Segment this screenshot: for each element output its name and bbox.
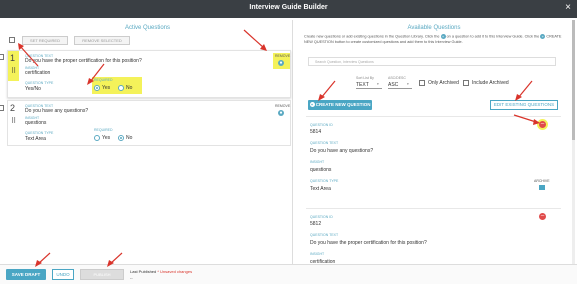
last-published-line: Last Published * Unsaved changes (130, 269, 192, 274)
required-label: REQUIRED (94, 128, 113, 132)
required-no-label: No (126, 85, 133, 91)
archive-label: ARCHIVE (534, 179, 550, 183)
remove-selected-button[interactable]: REMOVE SELECTED (74, 36, 130, 45)
remove-question-icon[interactable]: ● (278, 60, 284, 66)
asc-desc-label: ASC/DESC (388, 76, 406, 80)
annotation-arrow (107, 252, 123, 267)
question-id-label: QUESTION ID (310, 123, 333, 127)
unsaved-changes-text: * Unsaved changes (157, 269, 193, 274)
description-text: on a question to add it to this Intervie… (446, 34, 540, 39)
close-icon[interactable]: × (565, 2, 571, 13)
undo-button[interactable]: UNDO (52, 269, 74, 280)
drag-handle-icon[interactable]: ⠿ (11, 117, 16, 125)
only-archived-checkbox[interactable] (419, 80, 425, 86)
required-yes-radio[interactable] (94, 135, 100, 141)
required-yes-label: Yes (102, 135, 111, 141)
remove-question-icon[interactable]: ● (278, 110, 284, 116)
question-id-label: QUESTION ID (310, 215, 333, 219)
question-type-label: QUESTION TYPE (310, 179, 339, 183)
title-bar: Interview Guide Builder × (0, 0, 577, 18)
required-no-label: No (126, 135, 133, 141)
description-text: Create new questions or add existing que… (304, 34, 440, 39)
required-no-radio[interactable] (118, 135, 124, 141)
available-question-card: QUESTION ID 5812 – QUESTION TEXT Do you … (306, 208, 561, 265)
annotation-arrow (35, 252, 51, 267)
add-icon: + (440, 34, 446, 39)
scrollbar-thumb[interactable] (572, 20, 575, 140)
window-title: Interview Guide Builder (249, 4, 328, 11)
annotation-arrow (515, 80, 533, 101)
last-published-label: Last Published (130, 269, 157, 274)
archive-icon[interactable] (539, 185, 545, 190)
question-text: Do you have any questions? (310, 148, 374, 154)
add-icon: + (540, 34, 546, 39)
available-questions-panel: Available Questions Create new questions… (298, 20, 570, 265)
save-draft-button[interactable]: SAVE DRAFT (6, 269, 46, 280)
insight-value: questions (310, 167, 332, 173)
insight-label: INSIGHT (310, 252, 325, 256)
annotation-arrow (318, 80, 336, 101)
question-text: Do you have the proper certification for… (310, 240, 427, 246)
annotation-arrow (513, 114, 540, 125)
insight-value: questions (25, 120, 47, 126)
question-text-label: QUESTION TEXT (310, 233, 339, 237)
panel-description: Create new questions or add existing que… (304, 34, 562, 45)
chevron-down-icon: ▾ (407, 82, 409, 86)
add-question-icon[interactable]: – (539, 213, 546, 220)
include-archived-label: Include Archived (472, 80, 509, 86)
publish-button[interactable]: PUBLISH (80, 269, 124, 280)
scrollbar[interactable] (572, 20, 575, 264)
include-archived-checkbox[interactable] (463, 80, 469, 86)
annotation-arrow (18, 43, 39, 67)
question-text-label: QUESTION TEXT (310, 141, 339, 145)
plus-icon: + (309, 102, 315, 108)
annotation-arrow (87, 63, 105, 85)
question-id-value: 5812 (310, 221, 322, 227)
question-id-value: 5814 (310, 129, 322, 135)
remove-label: REMOVE (275, 104, 291, 108)
chevron-down-icon: ▾ (377, 82, 379, 86)
last-published-value: -- (130, 275, 133, 280)
insight-label: INSIGHT (310, 160, 325, 164)
available-questions-title: Available Questions (407, 25, 461, 31)
annotation-arrow (243, 29, 267, 51)
only-archived-label: Only Archived (428, 80, 459, 86)
sort-by-label: Sort List By (356, 76, 374, 80)
question-type-value: Text Area (25, 136, 46, 142)
question-type-label: QUESTION TYPE (25, 131, 54, 135)
question-search-input[interactable]: Search Question, Interview Questions (308, 57, 556, 66)
question-type-value: Text Area (310, 186, 331, 192)
footer-bar: SAVE DRAFT UNDO PUBLISH Last Published *… (0, 264, 577, 284)
